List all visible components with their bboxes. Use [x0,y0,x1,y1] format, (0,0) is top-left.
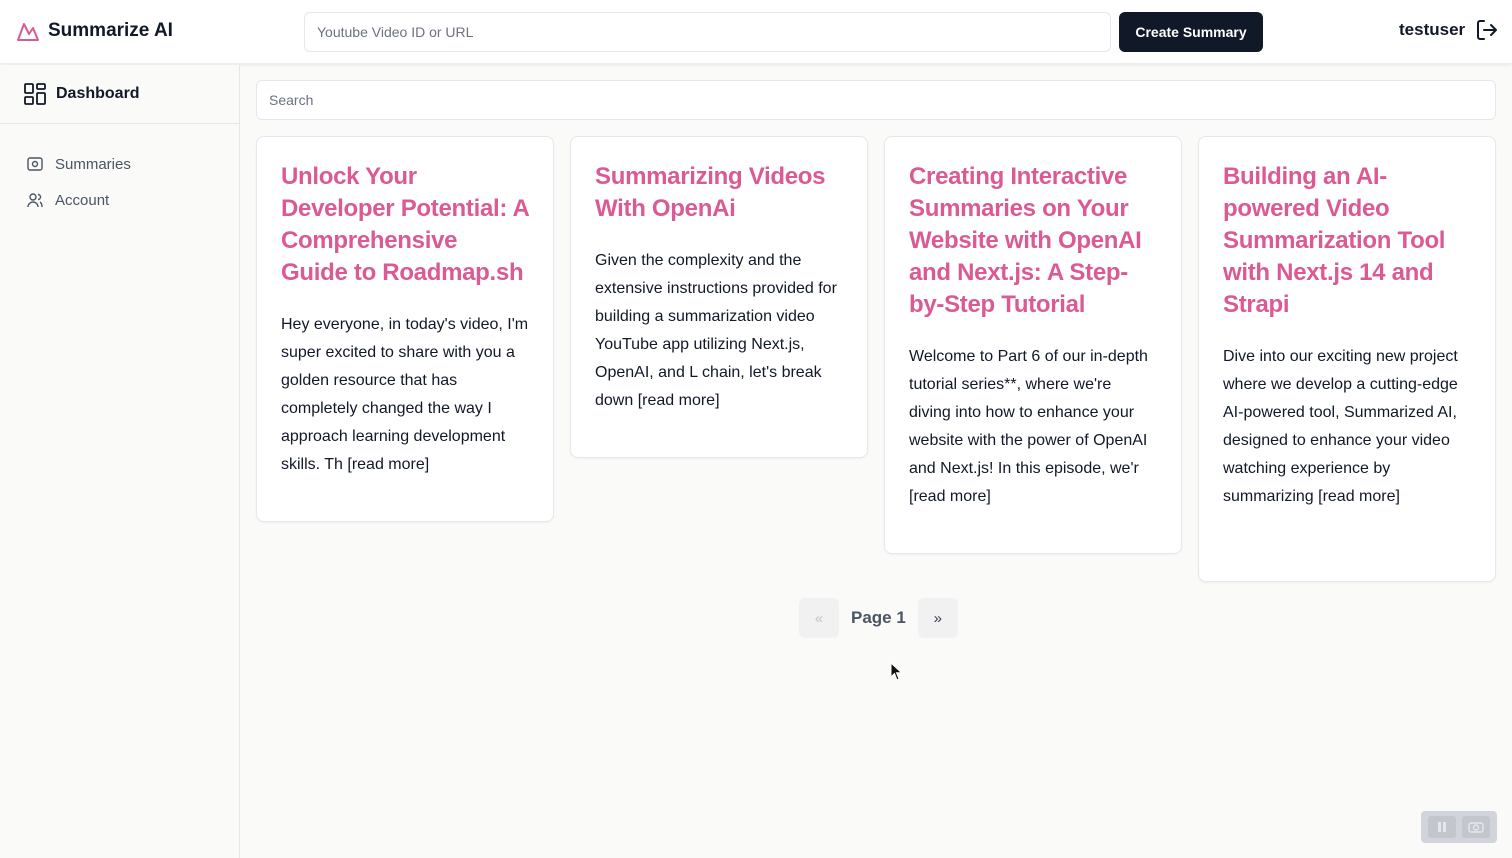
sidebar-item-label: Summaries [55,155,131,173]
card-title[interactable]: Building an AI-powered Video Summarizati… [1223,161,1471,321]
dashboard-icon [24,83,46,105]
summary-card[interactable]: Creating Interactive Summaries on Your W… [884,136,1182,554]
sidebar-item-label: Account [55,191,110,209]
username-label: testuser [1399,20,1466,39]
dashboard-label: Dashboard [56,85,140,102]
pagination: « Page 1 » [799,598,958,638]
sidebar-item-dashboard[interactable]: Dashboard [0,65,239,124]
page-indicator: Page 1 [851,608,906,627]
logout-icon[interactable] [1475,18,1499,42]
summary-card[interactable]: Summarizing Videos With OpenAi Given the… [570,136,868,458]
create-summary-button[interactable]: Create Summary [1119,12,1263,52]
brand-logo[interactable]: Summarize AI [16,20,173,42]
card-title[interactable]: Summarizing Videos With OpenAi [595,161,843,225]
summary-card[interactable]: Unlock Your Developer Potential: A Compr… [256,136,554,522]
card-excerpt: Welcome to Part 6 of our in-depth tutori… [909,348,1148,505]
summaries-icon [27,157,43,171]
mountain-logo-icon [17,23,39,41]
card-excerpt: Given the complexity and the extensive i… [595,252,837,409]
sidebar-nav: Summaries Account [0,124,239,218]
camera-icon[interactable] [1462,816,1490,838]
card-excerpt: Dive into our exciting new project where… [1223,348,1458,505]
user-menu: testuser [1399,18,1499,42]
mouse-cursor-icon [890,662,903,681]
previous-page-button[interactable]: « [799,598,839,638]
card-excerpt: Hey everyone, in today's video, I'm supe… [281,316,529,473]
recording-widget [1421,811,1497,843]
sidebar-item-summaries[interactable]: Summaries [0,146,239,182]
sidebar-item-account[interactable]: Account [0,182,239,218]
search-input[interactable] [256,80,1496,120]
next-page-button[interactable]: » [917,598,958,638]
card-title[interactable]: Creating Interactive Summaries on Your W… [909,161,1157,321]
pause-icon[interactable] [1428,816,1456,838]
brand-name: Summarize AI [48,20,173,41]
users-icon [27,193,43,208]
video-url-input[interactable] [304,12,1111,52]
card-title[interactable]: Unlock Your Developer Potential: A Compr… [281,161,529,289]
sidebar: Dashboard Summaries Account [0,65,240,858]
summary-card[interactable]: Building an AI-powered Video Summarizati… [1198,136,1496,582]
top-header: Summarize AI Create Summary testuser [0,0,1512,64]
